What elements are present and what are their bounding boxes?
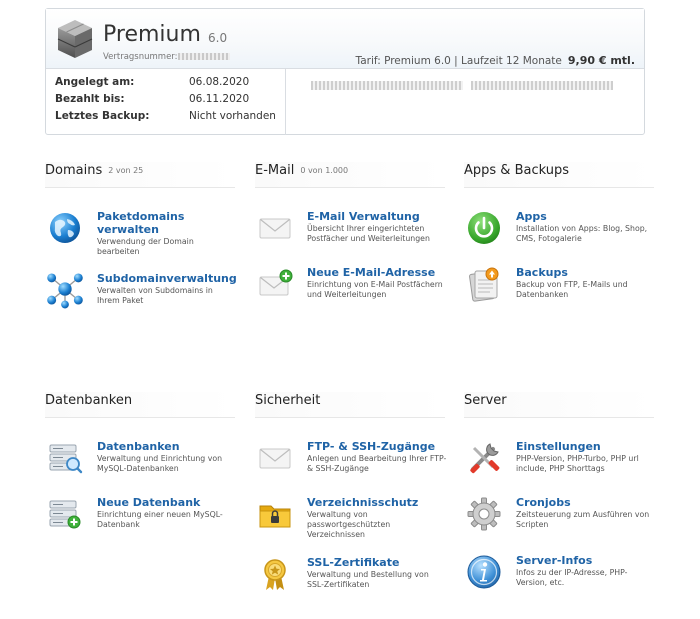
power-icon [468, 212, 500, 244]
tarif-info: Tarif: Premium 6.0 | Laufzeit 12 Monate 9… [356, 54, 635, 67]
section-email: E-Mail 0 von 1.000 E-Mail Verwaltung Über… [255, 162, 445, 299]
contract-number: Vertragsnummer: [103, 52, 230, 62]
package-details: Angelegt am: 06.08.2020 Bezahlt bis: 06.11… [46, 69, 644, 135]
section-sicherheit: Sicherheit FTP- & SSH-Zugänge Anlegen un… [255, 392, 446, 590]
section-title: Apps & Backups [464, 163, 569, 178]
package-summary-card: Premium 6.0 Vertragsnummer: Tarif: Premi… [45, 8, 645, 135]
item-description: Einrichtung einer neuen MySQL-Datenbank [97, 510, 223, 529]
section-header: Server [464, 392, 654, 418]
globe-icon [50, 213, 80, 243]
item-description: Infos zu der IP-Adresse, PHP-Version, et… [516, 568, 628, 587]
redacted-contract-number [177, 53, 230, 60]
item-description: Installation von Apps: Blog, Shop, CMS, … [516, 224, 648, 243]
certificate-icon [264, 559, 286, 590]
item-description: Zeitsteuerung zum Ausführen von Scripten [516, 510, 650, 529]
item-description: Einrichtung von E-Mail Postfächern und W… [307, 280, 443, 299]
item-description: Verwalten von Subdomains in Ihrem Paket [97, 286, 213, 305]
section-server: Server Einstellungen PHP-Version, PHP-Tu… [464, 392, 654, 589]
section-datenbanken: Datenbanken Datenbanken Verwaltung und E… [45, 392, 235, 529]
item-title[interactable]: Neue E-Mail-Adresse [307, 266, 447, 279]
redacted-text [471, 81, 613, 90]
envelope-add-icon [259, 269, 293, 296]
database-add-icon [49, 500, 81, 529]
info-row-created: Angelegt am: 06.08.2020 [55, 76, 250, 88]
section-title: E-Mail [255, 163, 295, 178]
item-title[interactable]: Server-Infos [516, 554, 656, 567]
item-description: Übersicht Ihrer eingerichteten Postfäche… [307, 224, 430, 243]
section-apps-backups: Apps & Backups Apps Installation von App… [464, 162, 654, 302]
item-title[interactable]: FTP- & SSH-Zugänge [307, 440, 447, 453]
tarif-text: Tarif: Premium 6.0 | Laufzeit 12 Monate [355, 55, 562, 67]
item-description: Verwendung der Domain bearbeiten [97, 237, 194, 256]
item-title[interactable]: E-Mail Verwaltung [307, 210, 447, 223]
package-header: Premium 6.0 Vertragsnummer: Tarif: Premi… [46, 9, 644, 69]
locked-folder-icon [259, 505, 291, 528]
info-icon [467, 555, 501, 589]
tools-icon [470, 443, 500, 474]
section-title: Datenbanken [45, 393, 133, 408]
info-row-last-backup: Letztes Backup: Nicht vorhanden [55, 110, 276, 122]
section-header: E-Mail 0 von 1.000 [255, 162, 445, 188]
section-title: Sicherheit [255, 393, 321, 408]
envelope-icon [259, 218, 291, 239]
section-header: Domains 2 von 25 [45, 162, 235, 188]
section-count: 0 von 1.000 [300, 166, 349, 175]
item-title[interactable]: Verzeichnisschutz [307, 496, 447, 509]
item-title[interactable]: Apps [516, 210, 656, 223]
redacted-text [311, 81, 463, 90]
item-title[interactable]: Neue Datenbank [97, 496, 237, 509]
item-description: Backup von FTP, E-Mails und Datenbanken [516, 280, 628, 299]
server-boxes-icon [57, 20, 93, 58]
item-title[interactable]: Einstellungen [516, 440, 656, 453]
price: 9,90 € mtl. [567, 54, 635, 67]
item-title[interactable]: SSL-Zertifikate [307, 556, 447, 569]
network-globes-icon [47, 273, 83, 309]
item-title[interactable]: Datenbanken [97, 440, 237, 453]
section-title: Server [464, 393, 507, 408]
product-version: 6.0 [208, 31, 228, 45]
info-row-paid-until: Bezahlt bis: 06.11.2020 [55, 93, 250, 105]
section-count: 2 von 25 [108, 166, 144, 175]
section-domains: Domains 2 von 25 Paketdomains verwalten V… [45, 162, 237, 309]
section-header: Datenbanken [45, 392, 235, 418]
section-title: Domains [45, 163, 103, 178]
database-search-icon [49, 444, 83, 474]
item-title[interactable]: Backups [516, 266, 656, 279]
package-dates: Angelegt am: 06.08.2020 Bezahlt bis: 06.11… [46, 69, 286, 135]
item-description: Verwaltung von passwortgeschützten Verze… [307, 510, 391, 539]
item-title[interactable]: Paketdomains verwalten [97, 210, 237, 236]
product-name: Premium [103, 22, 201, 47]
contract-label: Vertragsnummer: [103, 52, 178, 62]
item-description: Anlegen und Bearbeitung Ihrer FTP- & SSH… [307, 454, 447, 473]
item-description: PHP-Version, PHP-Turbo, PHP url include,… [516, 454, 639, 473]
section-header: Apps & Backups [464, 162, 654, 188]
gear-icon [467, 497, 501, 531]
item-description: Verwaltung und Einrichtung von MySQL-Dat… [97, 454, 223, 473]
backup-icon [469, 267, 499, 302]
envelope-icon [259, 448, 291, 469]
item-description: Verwaltung und Bestellung von SSL-Zertif… [307, 570, 429, 589]
section-header: Sicherheit [255, 392, 445, 418]
item-title[interactable]: Subdomainverwaltung [97, 272, 237, 285]
item-title[interactable]: Cronjobs [516, 496, 656, 509]
